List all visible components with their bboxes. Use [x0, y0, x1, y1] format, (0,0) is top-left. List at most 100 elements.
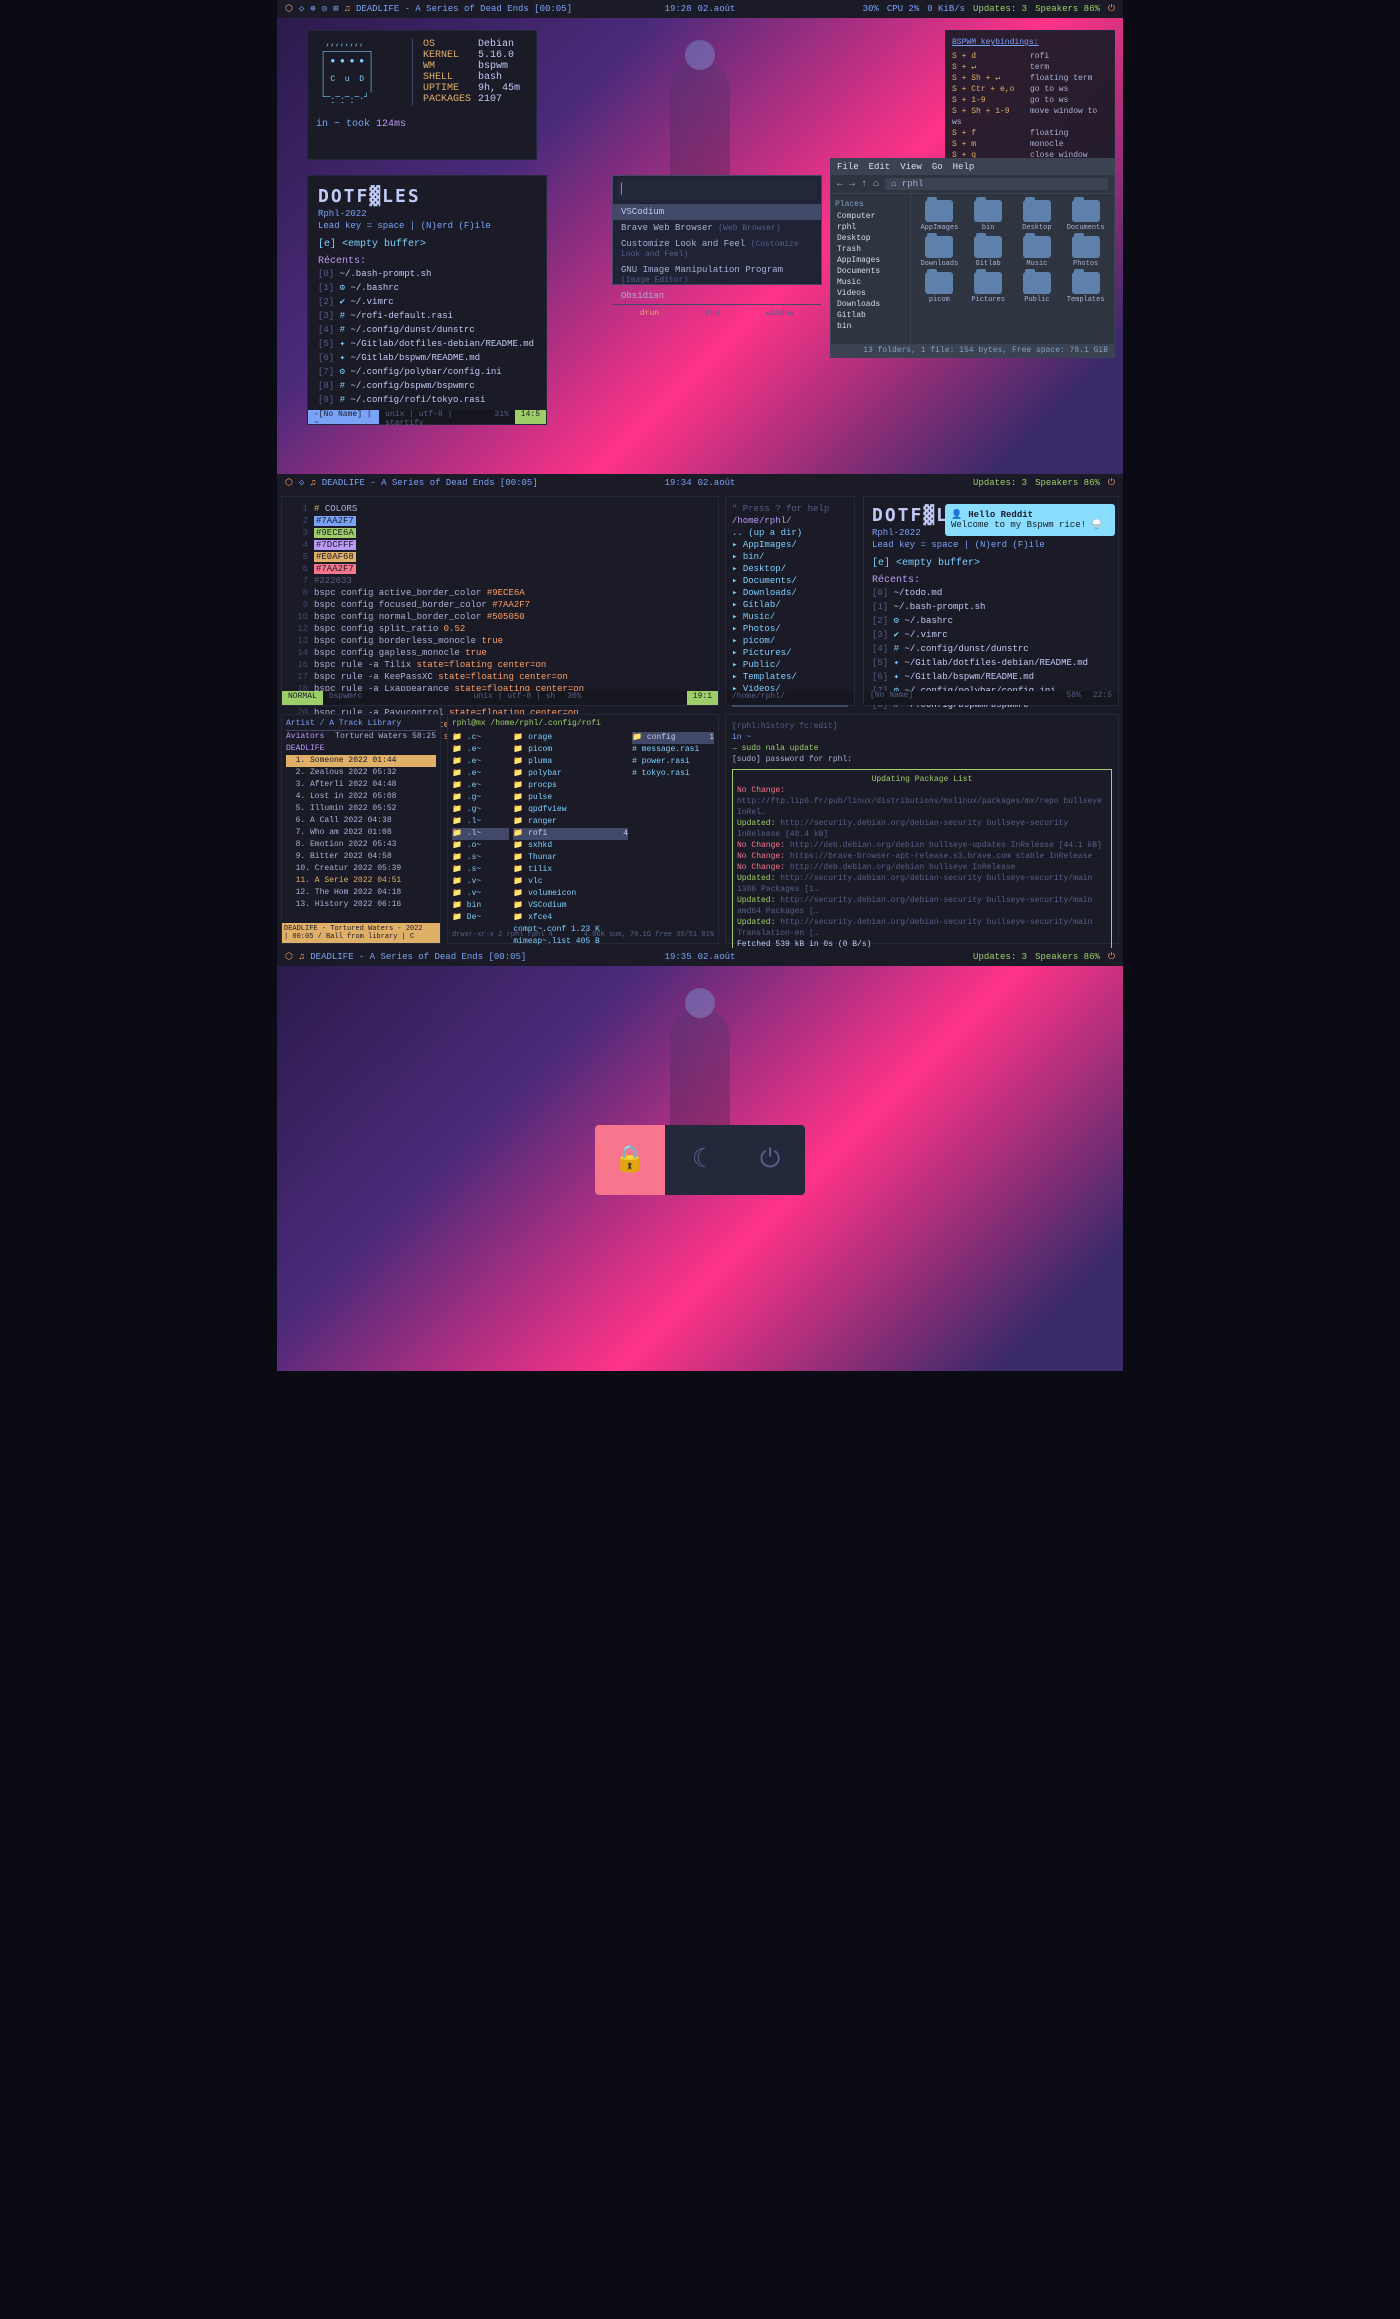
rofi-item[interactable]: GNU Image Manipulation Program (Image Ed… [613, 262, 821, 288]
vim-bspwmrc[interactable]: 1# COLORS 2#7AA2F7 3#9ECE6A 4#7DCFFF 5#E… [281, 496, 719, 706]
recent-file-item[interactable]: [8] # ~/.config/bspwm/bspwmrc [318, 379, 536, 393]
folder-item[interactable]: Downloads [917, 236, 962, 268]
ranger-item[interactable]: 📁 volumeicon [513, 888, 628, 900]
nav-forward-icon[interactable]: → [849, 179, 855, 190]
ranger-item[interactable]: 📁 Thunar [513, 852, 628, 864]
folder-item[interactable]: Gitlab [966, 236, 1011, 268]
tree-item[interactable]: ▸ bin/ [732, 551, 848, 563]
nav-up-icon[interactable]: ↑ [861, 179, 867, 190]
track-item[interactable]: 9. Bitter 2022 04:58 [286, 851, 436, 863]
rofi-item[interactable]: Obsidian [613, 288, 821, 304]
ranger-item[interactable]: 📁 bin [452, 900, 509, 912]
tree-item[interactable]: ▸ Photos/ [732, 623, 848, 635]
rofi-search-input[interactable]: ▏ [617, 180, 817, 200]
rofi-mode-window[interactable]: window [765, 309, 794, 318]
rofi-item[interactable]: VSCodium [613, 204, 821, 220]
sidebar-item[interactable]: Downloads [835, 299, 906, 310]
recent-file-item[interactable]: [6] ✦ ~/Gitlab/bspwm/README.md [872, 670, 1110, 684]
nav-home-icon[interactable]: ⌂ [873, 179, 879, 190]
ranger-item[interactable]: 📁 .l~ [452, 816, 509, 828]
sidebar-item[interactable]: bin [835, 321, 906, 332]
rofi-item[interactable]: Customize Look and Feel (Customize Look … [613, 236, 821, 262]
ranger-item[interactable]: 📁 .v~ [452, 888, 509, 900]
dunst-notification[interactable]: 👤 Hello Reddit Welcome to my Bspwm rice!… [945, 504, 1115, 536]
ranger-item[interactable]: 📁 tilix [513, 864, 628, 876]
tree-item[interactable]: ▸ Downloads/ [732, 587, 848, 599]
recent-file-item[interactable]: [3] # ~/rofi-default.rasi [318, 309, 536, 323]
track-item[interactable]: 13. History 2022 06:16 [286, 899, 436, 911]
ws-icon[interactable]: ◇ [299, 4, 304, 14]
lock-button[interactable]: 🔒 [595, 1125, 665, 1195]
track-item[interactable]: 11. A Serie 2022 04:51 [286, 875, 436, 887]
recent-file-item[interactable]: [1] ⚙ ~/.bashrc [318, 281, 536, 295]
track-item[interactable]: 7. Who am 2022 01:08 [286, 827, 436, 839]
tree-item[interactable]: ▸ AppImages/ [732, 539, 848, 551]
ws-icon[interactable]: ◇ [299, 478, 304, 488]
vim-nerdtree[interactable]: " Press ? for help /home/rphl/ .. (up a … [725, 496, 855, 706]
ws-icon[interactable]: ⊕ [310, 4, 315, 14]
folder-item[interactable]: Pictures [966, 272, 1011, 304]
ranger-item[interactable]: 📁 pulse [513, 792, 628, 804]
tree-item[interactable]: ▸ Desktop/ [732, 563, 848, 575]
ranger-item[interactable]: 📁 orage [513, 732, 628, 744]
ws-icon[interactable]: ⬡ [285, 478, 293, 488]
rofi-item[interactable]: Brave Web Browser (Web Browser) [613, 220, 821, 236]
ws-icon[interactable]: ⬡ [285, 4, 293, 14]
sidebar-item[interactable]: Videos [835, 288, 906, 299]
music-player[interactable]: Artist / A Track Library Aviators Tortur… [281, 714, 441, 944]
ranger-item[interactable]: 📁 polybar [513, 768, 628, 780]
folder-item[interactable]: Documents [1063, 200, 1108, 232]
ranger-item[interactable]: 📁 vlc [513, 876, 628, 888]
ranger-file-manager[interactable]: rphl@mx /home/rphl/.config/rofi 📁 .c~📁 .… [447, 714, 719, 944]
track-item[interactable]: 3. Afterli 2022 04:48 [286, 779, 436, 791]
menu-view[interactable]: View [900, 162, 922, 172]
track-item[interactable]: 5. Illumin 2022 05:52 [286, 803, 436, 815]
track-item[interactable]: 8. Emotion 2022 05:43 [286, 839, 436, 851]
power-icon[interactable]: ⏻ [1108, 4, 1115, 14]
sidebar-item[interactable]: Documents [835, 266, 906, 277]
ranger-item[interactable]: 📁 rofi 4 [513, 828, 628, 840]
ranger-item[interactable]: # message.rasi [632, 744, 714, 756]
recent-file-item[interactable]: [2] ✔ ~/.vimrc [318, 295, 536, 309]
shutdown-button[interactable]: ⏻ [735, 1125, 805, 1195]
tree-item[interactable]: .. (up a dir) [732, 527, 848, 539]
updates-badge[interactable]: Updates: 3 [973, 478, 1027, 488]
recent-file-item[interactable]: [3] ✔ ~/.vimrc [872, 628, 1110, 642]
rofi-mode-drun[interactable]: drun [640, 309, 659, 318]
ranger-item[interactable]: # tokyo.rasi [632, 768, 714, 780]
recent-file-item[interactable]: [2] ⚙ ~/.bashrc [872, 614, 1110, 628]
recent-file-item[interactable]: [5] ✦ ~/Gitlab/dotfiles-debian/README.md [318, 337, 536, 351]
sidebar-item[interactable]: Desktop [835, 233, 906, 244]
ranger-item[interactable]: 📁 ranger [513, 816, 628, 828]
thunar-folder-grid[interactable]: AppImagesbinDesktopDocumentsDownloadsGit… [911, 194, 1114, 344]
recent-file-item[interactable]: [5] ✦ ~/Gitlab/dotfiles-debian/README.md [872, 656, 1110, 670]
ranger-item[interactable]: 📁 picom [513, 744, 628, 756]
sidebar-item[interactable]: rphl [835, 222, 906, 233]
music-icon[interactable]: ♫ [299, 952, 304, 962]
folder-item[interactable]: bin [966, 200, 1011, 232]
ranger-item[interactable]: 📁 procps [513, 780, 628, 792]
menu-go[interactable]: Go [932, 162, 943, 172]
updates-badge[interactable]: Updates: 3 [973, 952, 1027, 962]
recent-file-item[interactable]: [4] # ~/.config/dunst/dunstrc [872, 642, 1110, 656]
power-icon[interactable]: ⏻ [1108, 478, 1115, 488]
recent-file-item[interactable]: [6] ✦ ~/Gitlab/bspwm/README.md [318, 351, 536, 365]
ws-icon[interactable]: ⬡ [285, 952, 293, 962]
ranger-item[interactable]: 📁 .s~ [452, 852, 509, 864]
tree-item[interactable]: ▸ Public/ [732, 659, 848, 671]
ranger-item[interactable]: 📁 De~ [452, 912, 509, 924]
ranger-item[interactable]: 📁 .e~ [452, 780, 509, 792]
path-bar[interactable]: ⌂ rphl [885, 178, 1108, 190]
recent-file-item[interactable]: [0] ~/.bash-prompt.sh [318, 267, 536, 281]
recent-file-item[interactable]: [0] ~/todo.md [872, 586, 1110, 600]
ranger-item[interactable]: 📁 config 1 [632, 732, 714, 744]
sidebar-item[interactable]: Computer [835, 211, 906, 222]
sidebar-item[interactable]: Music [835, 277, 906, 288]
recent-file-item[interactable]: [1] ~/.bash-prompt.sh [872, 600, 1110, 614]
ranger-item[interactable]: 📁 .e~ [452, 744, 509, 756]
track-item[interactable]: 1. Someone 2022 01:44 [286, 755, 436, 767]
recent-file-item[interactable]: [4] # ~/.config/dunst/dunstrc [318, 323, 536, 337]
folder-item[interactable]: Music [1015, 236, 1060, 268]
ranger-item[interactable]: # power.rasi [632, 756, 714, 768]
music-icon[interactable]: ♫ [345, 4, 350, 14]
